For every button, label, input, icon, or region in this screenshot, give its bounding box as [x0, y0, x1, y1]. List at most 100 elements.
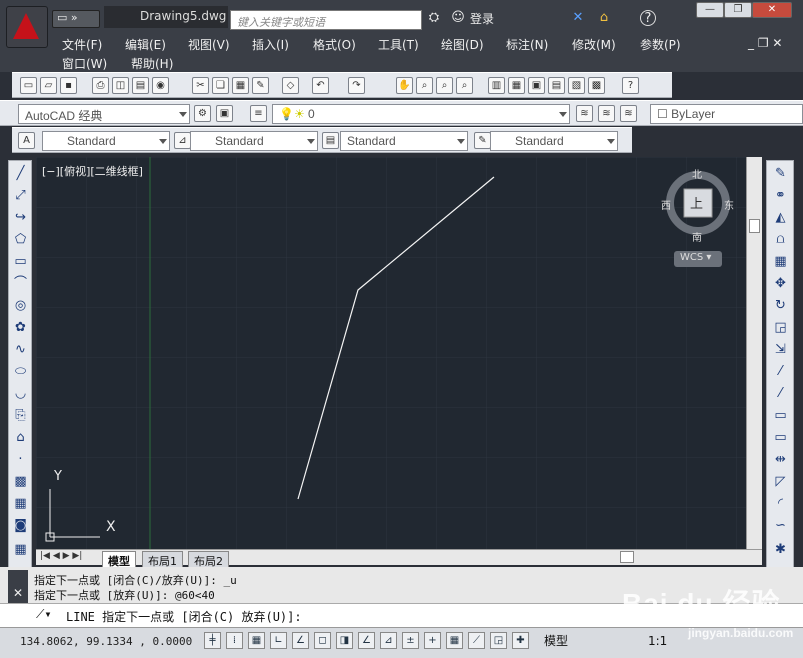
markup-icon[interactable]: ▧ — [568, 77, 585, 94]
ortho-icon[interactable]: ∟ — [270, 632, 287, 649]
undo-icon[interactable]: ↶ — [312, 77, 329, 94]
stretch-icon[interactable]: ⇲ — [772, 341, 789, 358]
vertical-scrollbar[interactable] — [746, 157, 762, 549]
command-icon[interactable]: ⟋▾ — [36, 607, 52, 622]
dyn-icon[interactable]: ± — [402, 632, 419, 649]
workspace-icon[interactable]: ▣ — [216, 105, 233, 122]
cut-icon[interactable]: ✂ — [192, 77, 209, 94]
exchange-icon[interactable]: ✕ — [570, 10, 586, 26]
blend-icon[interactable]: ∽ — [772, 517, 789, 534]
lock-icon[interactable]: ⌂ — [596, 10, 612, 26]
extend-icon[interactable]: ⁄ — [772, 385, 789, 402]
ducs-icon[interactable]: ⊿ — [380, 632, 397, 649]
close-button[interactable]: ✕ — [752, 2, 792, 18]
otrack-icon[interactable]: ∠ — [358, 632, 375, 649]
user-icon[interactable]: ☺ — [450, 10, 466, 26]
layer-states-icon[interactable]: ≋ — [620, 105, 637, 122]
copy-object-icon[interactable]: ⚭ — [772, 187, 789, 204]
menu-edit[interactable]: 编辑(E) — [125, 36, 166, 53]
qp-icon[interactable]: ⟋ — [468, 632, 485, 649]
spline-icon[interactable]: ∿ — [12, 341, 29, 358]
layer-manager-icon[interactable]: ≡ — [250, 105, 267, 122]
minimize-button[interactable]: — — [696, 2, 724, 18]
ellipse-arc-icon[interactable]: ◡ — [12, 385, 29, 402]
break-point-icon[interactable]: ▭ — [772, 407, 789, 424]
zoom-previous-icon[interactable]: ⌕ — [456, 77, 473, 94]
polyline-icon[interactable]: ↪ — [12, 209, 29, 226]
text-style-select[interactable]: Standard — [42, 131, 170, 151]
match-properties-icon[interactable]: ✎ — [252, 77, 269, 94]
viewport-controls[interactable]: [−][俯视][二维线框] — [42, 163, 143, 179]
table-style-icon[interactable]: ▤ — [322, 132, 339, 149]
osnap-icon[interactable]: ◻ — [314, 632, 331, 649]
drawing-canvas[interactable]: [−][俯视][二维线框] Y X 上 北 南 东 西 WCS ▾ — [36, 157, 746, 549]
make-current-icon[interactable]: ≋ — [576, 105, 593, 122]
copy-icon[interactable]: ❏ — [212, 77, 229, 94]
region-icon[interactable]: ◙ — [12, 517, 29, 534]
restore-button[interactable]: ❐ — [724, 2, 752, 18]
rotate-icon[interactable]: ↻ — [772, 297, 789, 314]
tool-palettes-icon[interactable]: ▣ — [528, 77, 545, 94]
construction-line-icon[interactable]: ⤢ — [12, 187, 29, 204]
redo-icon[interactable]: ↷ — [348, 77, 365, 94]
dim-style-select[interactable]: Standard — [190, 131, 318, 151]
lwt-icon[interactable]: + — [424, 632, 441, 649]
infer-icon[interactable]: ╪ — [204, 632, 221, 649]
properties-icon[interactable]: ▥ — [488, 77, 505, 94]
menu-insert[interactable]: 插入(I) — [252, 36, 289, 53]
block-editor-icon[interactable]: ◇ — [282, 77, 299, 94]
revcloud-icon[interactable]: ✿ — [12, 319, 29, 336]
scale-icon[interactable]: ◲ — [772, 319, 789, 336]
menu-dimension[interactable]: 标注(N) — [506, 36, 548, 53]
dim-style-icon[interactable]: ⊿ — [174, 132, 191, 149]
polygon-icon[interactable]: ⬠ — [12, 231, 29, 248]
point-icon[interactable]: · — [12, 451, 29, 468]
menu-modify[interactable]: 修改(M) — [572, 36, 616, 53]
new-icon[interactable]: ▭ — [20, 77, 37, 94]
menu-format[interactable]: 格式(O) — [313, 36, 356, 53]
gradient-icon[interactable]: ▦ — [12, 495, 29, 512]
sc-icon[interactable]: ◲ — [490, 632, 507, 649]
explode-icon[interactable]: ✱ — [772, 541, 789, 558]
mleader-style-select[interactable]: Standard — [490, 131, 618, 151]
print-icon[interactable]: ⎙ — [92, 77, 109, 94]
workspace-settings-icon[interactable]: ⚙ — [194, 105, 211, 122]
save-icon[interactable]: ▪ — [60, 77, 77, 94]
ellipse-icon[interactable]: ⬭ — [12, 363, 29, 380]
menu-help[interactable]: 帮助(H) — [131, 55, 173, 72]
menu-parametric[interactable]: 参数(P) — [640, 36, 681, 53]
model-space-button[interactable]: 模型 — [544, 632, 568, 649]
hscroll-thumb[interactable] — [620, 551, 634, 563]
tab-nav-arrows[interactable]: |◀ ◀ ▶ ▶| — [40, 551, 82, 561]
binoculars-icon[interactable]: ⛭ — [426, 10, 442, 26]
line-icon[interactable]: ╱ — [12, 165, 29, 182]
doc-window-controls[interactable]: _ ❐ ✕ — [748, 36, 782, 50]
calculator-icon[interactable]: ▩ — [588, 77, 605, 94]
offset-icon[interactable]: ⩍ — [772, 231, 789, 248]
color-select[interactable]: ☐ ByLayer — [650, 104, 803, 124]
viewcube-top[interactable]: 上 — [690, 193, 703, 212]
zoom-realtime-icon[interactable]: ⌕ — [416, 77, 433, 94]
polar-icon[interactable]: ∠ — [292, 632, 309, 649]
paste-icon[interactable]: ▦ — [232, 77, 249, 94]
transparency-icon[interactable]: ▦ — [446, 632, 463, 649]
3d-osnap-icon[interactable]: ◨ — [336, 632, 353, 649]
trim-icon[interactable]: ⁄ — [772, 363, 789, 380]
insert-block-icon[interactable]: ⎘ — [12, 407, 29, 424]
help-icon[interactable]: ? — [640, 10, 656, 26]
arc-icon[interactable]: ⌒ — [12, 275, 29, 292]
grid-icon[interactable]: ▦ — [248, 632, 265, 649]
help-toolbar-icon[interactable]: ? — [622, 77, 639, 94]
wcs-menu[interactable]: WCS ▾ — [674, 251, 722, 267]
close-command-icon[interactable]: ✕ — [13, 586, 23, 600]
break-icon[interactable]: ▭ — [772, 429, 789, 446]
snap-icon[interactable]: ⁞ — [226, 632, 243, 649]
mirror-icon[interactable]: ◭ — [772, 209, 789, 226]
pan-icon[interactable]: ✋ — [396, 77, 413, 94]
login-button[interactable]: 登录 — [470, 10, 494, 27]
sheet-set-icon[interactable]: ▤ — [548, 77, 565, 94]
viewcube-east[interactable]: 东 — [724, 197, 734, 212]
rectangle-icon[interactable]: ▭ — [12, 253, 29, 270]
horizontal-scrollbar[interactable]: |◀ ◀ ▶ ▶| 模型 布局1 布局2 — [36, 549, 762, 571]
viewcube-south[interactable]: 南 — [692, 229, 702, 244]
